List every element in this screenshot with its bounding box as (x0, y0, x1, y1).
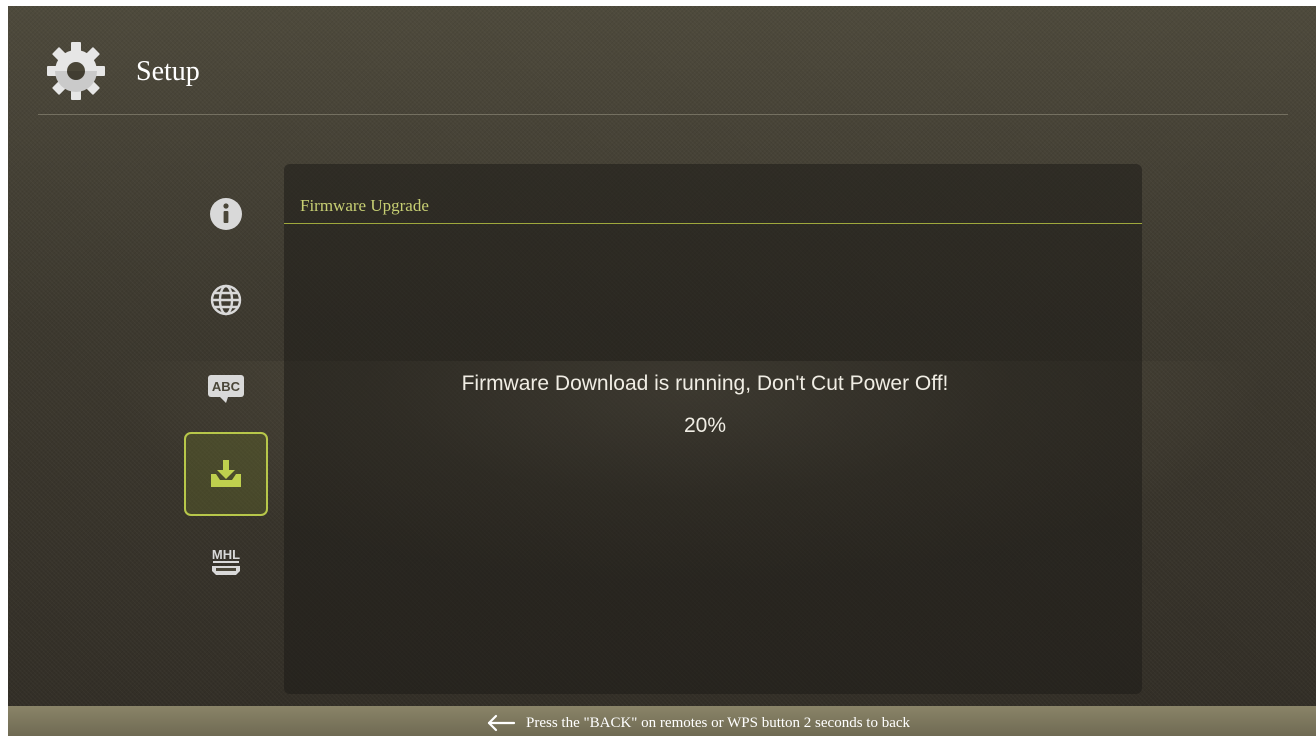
globe-icon (210, 284, 242, 316)
abc-icon-label: ABC (212, 379, 241, 394)
setup-screen: Setup ABC MHL Firmware Upgrade (8, 6, 1316, 706)
mhl-icon: MHL (212, 547, 240, 575)
panel-title: Firmware Upgrade (300, 196, 429, 215)
page-title: Setup (136, 56, 200, 87)
panel-divider (284, 223, 1142, 224)
info-icon (210, 198, 242, 230)
abc-icon: ABC (208, 375, 244, 403)
back-hint-text: Press the "BACK" on remotes or WPS butto… (526, 714, 911, 731)
sidebar-item-firmware[interactable] (184, 432, 268, 516)
header-divider (38, 114, 1288, 115)
gear-icon (47, 42, 105, 100)
download-status-message: Firmware Download is running, Don't Cut … (461, 372, 949, 395)
download-progress-percent: 20% (683, 414, 727, 437)
sidebar-item-info[interactable] (184, 172, 268, 256)
footer-bar: Press the "BACK" on remotes or WPS butto… (8, 706, 1316, 736)
download-icon (211, 460, 241, 487)
sidebar-item-language[interactable]: ABC (184, 344, 268, 428)
back-arrow-icon (487, 714, 516, 732)
back-hint: Press the "BACK" on remotes or WPS butto… (486, 712, 910, 734)
header: Setup (8, 6, 1316, 118)
sidebar-item-mhl[interactable]: MHL (184, 518, 268, 602)
mhl-icon-label: MHL (212, 547, 240, 562)
sidebar-item-network[interactable] (184, 258, 268, 342)
